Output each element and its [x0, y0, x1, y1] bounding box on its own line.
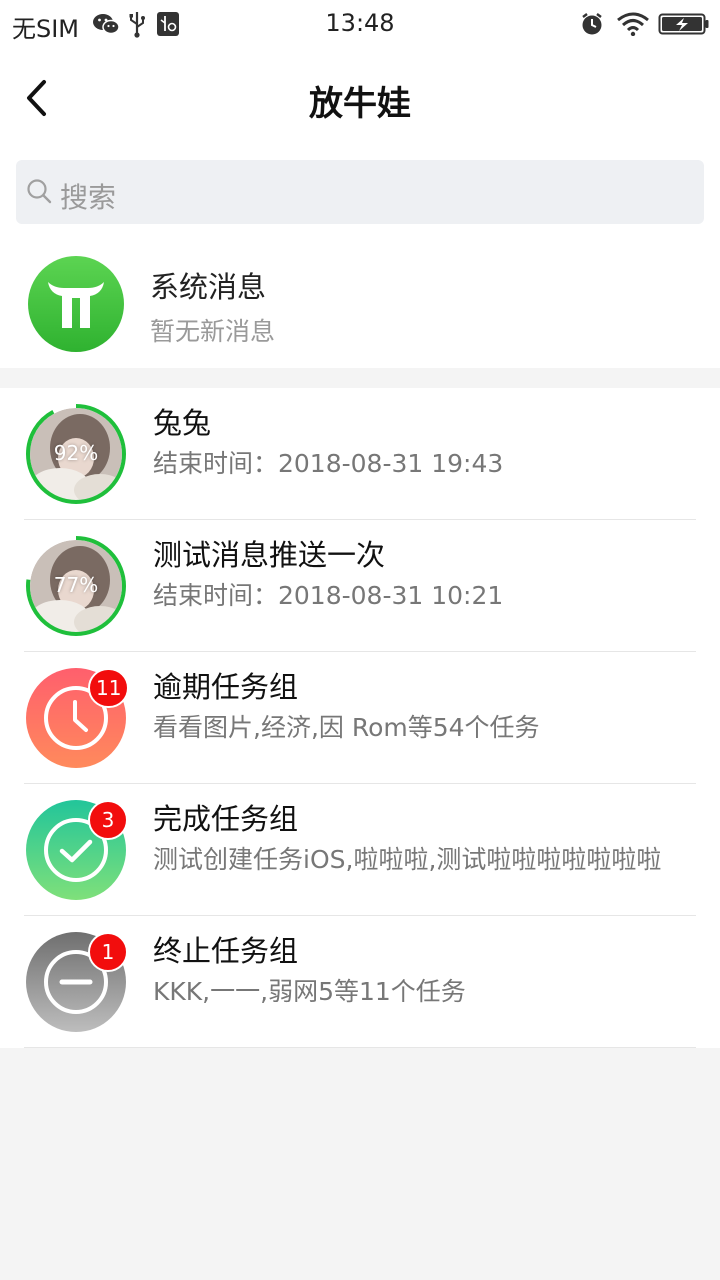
divider: [24, 1047, 696, 1048]
search-input[interactable]: 搜索: [16, 160, 704, 224]
battery-charging-icon: [658, 13, 709, 35]
unread-badge: 1: [88, 932, 128, 972]
item-subtitle: 测试创建任务iOS,啦啦啦,测试啦啦啦啦啦啦啦: [153, 845, 662, 874]
wifi-icon: [617, 12, 649, 36]
search-bar: 搜索: [0, 146, 720, 238]
item-title: 兔兔: [153, 406, 212, 440]
alarm-icon: [582, 13, 602, 35]
item-title: 逾期任务组: [153, 670, 299, 704]
page-title: 放牛娃: [309, 84, 411, 124]
system-message-title: 系统消息: [150, 270, 267, 304]
list-item[interactable]: 11 逾期任务组 看看图片,经济,因 Rom等54个任务: [0, 652, 720, 784]
item-title: 测试消息推送一次: [153, 538, 386, 572]
list-item[interactable]: 92% 兔兔 结束时间：2018-08-31 19:43: [0, 388, 720, 520]
item-subtitle: 结束时间：2018-08-31 19:43: [153, 449, 504, 478]
unread-badge: 3: [88, 800, 128, 840]
list-item[interactable]: 3 完成任务组 测试创建任务iOS,啦啦啦,测试啦啦啦啦啦啦啦: [0, 784, 720, 916]
search-placeholder: 搜索: [60, 181, 117, 214]
avatar: 77%: [26, 536, 126, 636]
system-avatar: [28, 256, 124, 352]
item-subtitle: 看看图片,经济,因 Rom等54个任务: [153, 713, 540, 742]
item-subtitle: 结束时间：2018-08-31 10:21: [153, 581, 504, 610]
unread-badge: 11: [88, 668, 130, 708]
system-message-subtitle: 暂无新消息: [150, 317, 276, 346]
list-item[interactable]: 1 终止任务组 KKK,一一,弱网5等11个任务: [0, 916, 720, 1048]
status-time: 13:48: [325, 9, 395, 37]
list-item[interactable]: 77% 测试消息推送一次 结束时间：2018-08-31 10:21: [0, 520, 720, 652]
item-title: 完成任务组: [153, 802, 299, 836]
status-bar: 无SIM 13:48: [0, 0, 720, 50]
progress-percent: 92%: [53, 441, 99, 465]
progress-percent: 77%: [53, 573, 99, 597]
nav-bar: 放牛娃: [0, 50, 720, 146]
item-subtitle: KKK,一一,弱网5等11个任务: [153, 977, 466, 1006]
avatar: 92%: [26, 404, 126, 504]
bull-logo-icon: [48, 282, 104, 328]
conversation-list: 92% 兔兔 结束时间：2018-08-31 19:43 77% 测试消息推送一…: [0, 388, 720, 1048]
system-message-row[interactable]: 系统消息 暂无新消息: [0, 238, 720, 368]
item-title: 终止任务组: [153, 934, 299, 968]
search-icon: [27, 179, 52, 204]
